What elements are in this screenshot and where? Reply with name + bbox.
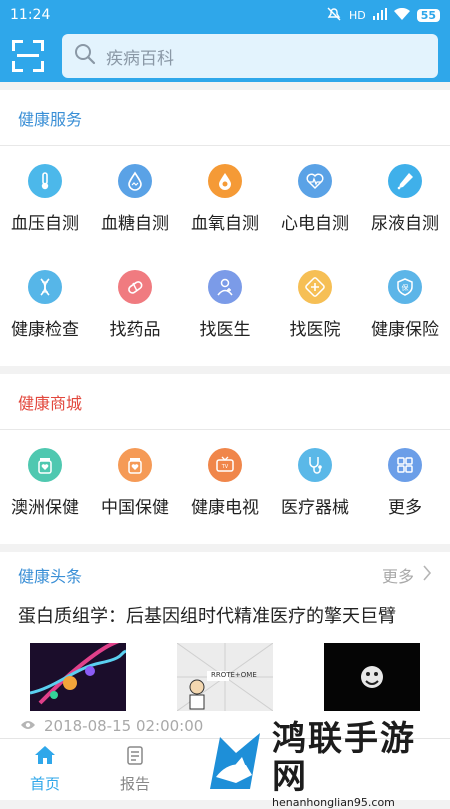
grid-item-label: 澳洲保健 xyxy=(11,498,79,518)
more-link[interactable]: 更多 xyxy=(382,563,432,587)
thermometer-icon xyxy=(28,164,62,198)
health-services-section: 健康服务 血压自测 血糖自测 血氧自测 心电自测 尿液自测 健康检查 找药品 找医生 找医院保健… xyxy=(0,90,450,366)
tab-home[interactable]: 首页 xyxy=(0,739,90,800)
heart-jar-icon xyxy=(118,448,152,482)
watermark-logo-icon xyxy=(206,731,264,797)
mute-icon xyxy=(326,7,342,24)
grid-item-heartbeat[interactable]: 心电自测 xyxy=(270,146,360,252)
stethoscope-icon xyxy=(298,448,332,482)
grid-item-label: 更多 xyxy=(388,498,422,518)
grid-item-hospital[interactable]: 找医院 xyxy=(270,252,360,358)
report-icon xyxy=(125,745,145,769)
dna-icon xyxy=(28,270,62,304)
grid-item-tv[interactable]: TV 健康电视 xyxy=(180,430,270,536)
article-date: 2018-08-15 02:00:00 xyxy=(44,717,204,735)
battery-indicator: 55 xyxy=(416,8,440,22)
hospital-icon xyxy=(298,270,332,304)
tab-label: 首页 xyxy=(29,775,60,793)
watermark: 鸿联手游网 henanhonglian95.com xyxy=(200,720,450,809)
tab-label: 报告 xyxy=(119,775,150,793)
grid-item-stethoscope[interactable]: 医疗器械 xyxy=(270,430,360,536)
grid-item-dropper[interactable]: 尿液自测 xyxy=(360,146,450,252)
eye-icon xyxy=(20,717,36,735)
section-title: 健康商城 xyxy=(18,393,83,413)
scan-icon[interactable] xyxy=(12,40,44,72)
status-time: 11:24 xyxy=(10,7,51,23)
pill-icon xyxy=(118,270,152,304)
grid-item-pill[interactable]: 找药品 xyxy=(90,252,180,358)
watermark-url: henanhonglian95.com xyxy=(272,795,395,809)
services-grid: 血压自测 血糖自测 血氧自测 心电自测 尿液自测 健康检查 找药品 找医生 找医院保健康保险 xyxy=(0,146,450,366)
grid-item-heart-jar[interactable]: 中国保健 xyxy=(90,430,180,536)
grid-item-label: 尿液自测 xyxy=(371,214,439,234)
grid-item-insurance[interactable]: 保健康保险 xyxy=(360,252,450,358)
dropper-icon xyxy=(388,164,422,198)
svg-text:TV: TV xyxy=(221,464,229,470)
supplement-jar-icon xyxy=(28,448,62,482)
grid-item-oxygen-drop[interactable]: 血氧自测 xyxy=(180,146,270,252)
grid-item-doctor[interactable]: 找医生 xyxy=(180,252,270,358)
grid-item-dna[interactable]: 健康检查 xyxy=(0,252,90,358)
article-image[interactable] xyxy=(324,643,420,711)
grid-item-label: 中国保健 xyxy=(101,498,169,518)
search-input[interactable]: 疾病百科 xyxy=(62,34,438,78)
wifi-icon xyxy=(393,7,410,23)
signal-icon xyxy=(372,7,387,23)
oxygen-drop-icon xyxy=(208,164,242,198)
article-thumbnails: RROTE+OME xyxy=(0,631,450,711)
blood-drop-icon xyxy=(118,164,152,198)
top-bar: 疾病百科 xyxy=(0,30,450,82)
article-title[interactable]: 蛋白质组学：后基因组时代精准医疗的擎天巨臂 xyxy=(0,598,450,631)
grid-item-label: 健康检查 xyxy=(11,320,79,340)
tab-report[interactable]: 报告 xyxy=(90,739,180,800)
network-type: HD xyxy=(348,8,366,22)
grid-item-blood-drop[interactable]: 血糖自测 xyxy=(90,146,180,252)
insurance-icon: 保 xyxy=(388,270,422,304)
heartbeat-icon xyxy=(298,164,332,198)
svg-text:保: 保 xyxy=(402,283,409,292)
grid-icon xyxy=(388,448,422,482)
section-title: 健康头条 xyxy=(18,567,83,586)
grid-item-label: 血压自测 xyxy=(11,214,79,234)
doctor-icon xyxy=(208,270,242,304)
grid-item-supplement-jar[interactable]: 澳洲保健 xyxy=(0,430,90,536)
grid-item-grid[interactable]: 更多 xyxy=(360,430,450,536)
section-title: 健康服务 xyxy=(18,109,83,129)
grid-item-label: 医疗器械 xyxy=(281,498,349,518)
grid-item-label: 找药品 xyxy=(109,320,161,340)
watermark-title: 鸿联手游网 xyxy=(272,718,416,797)
article-image-caption: RROTE+OME xyxy=(211,671,257,679)
grid-item-label: 血糖自测 xyxy=(101,214,169,234)
chevron-right-icon xyxy=(422,565,432,585)
status-bar: 11:24 HD 55 xyxy=(0,0,450,30)
more-label: 更多 xyxy=(381,567,414,586)
status-icons: HD 55 xyxy=(326,7,440,24)
article-image[interactable] xyxy=(30,643,126,711)
grid-item-label: 找医院 xyxy=(289,320,341,340)
grid-item-label: 血氧自测 xyxy=(191,214,259,234)
home-icon xyxy=(34,745,56,769)
health-mall-section: 健康商城 澳洲保健 中国保健 TV 健康电视 医疗器械 更多 xyxy=(0,374,450,544)
search-icon xyxy=(74,43,96,69)
grid-item-label: 心电自测 xyxy=(281,214,349,234)
tv-icon: TV xyxy=(208,448,242,482)
grid-item-label: 健康保险 xyxy=(371,320,439,340)
grid-item-thermometer[interactable]: 血压自测 xyxy=(0,146,90,252)
search-placeholder: 疾病百科 xyxy=(106,48,174,69)
mall-grid: 澳洲保健 中国保健 TV 健康电视 医疗器械 更多 xyxy=(0,430,450,544)
grid-item-label: 找医生 xyxy=(199,320,251,340)
grid-item-label: 健康电视 xyxy=(191,498,259,518)
article-image[interactable]: RROTE+OME xyxy=(177,643,273,711)
